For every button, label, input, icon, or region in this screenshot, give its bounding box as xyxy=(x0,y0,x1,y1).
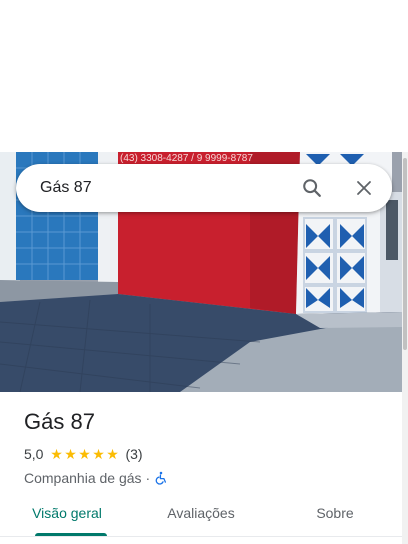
search-input[interactable]: Gás 87 xyxy=(16,179,294,197)
search-bar[interactable]: Gás 87 xyxy=(16,164,392,212)
rating-row[interactable]: 5,0 ★ ★ ★ ★ ★ (3) xyxy=(24,444,394,464)
search-button[interactable] xyxy=(294,170,330,206)
star-icon: ★ xyxy=(50,446,63,462)
wheelchair-icon xyxy=(154,471,168,485)
review-count[interactable]: (3) xyxy=(125,446,142,462)
tab-overview[interactable]: Visão geral xyxy=(0,494,134,536)
star-icon: ★ xyxy=(92,446,105,462)
close-button[interactable] xyxy=(346,170,382,206)
star-icon: ★ xyxy=(106,446,119,462)
star-icon: ★ xyxy=(64,446,77,462)
tab-reviews[interactable]: Avaliações xyxy=(134,494,268,536)
search-icon xyxy=(303,179,321,197)
place-title: Gás 87 xyxy=(24,409,95,434)
category-row: Companhia de gás · xyxy=(24,468,394,488)
rating-value: 5,0 xyxy=(24,446,44,462)
star-icon: ★ xyxy=(78,446,91,462)
place-tabs: Visão geral Avaliações Sobre xyxy=(0,494,402,536)
close-icon xyxy=(357,181,371,195)
place-info: Gás 87 5,0 ★ ★ ★ ★ ★ (3) Companhia de gá… xyxy=(24,408,394,488)
place-category[interactable]: Companhia de gás xyxy=(24,470,142,486)
place-panel: (43) 3308-4287 / 9 9999-8787 Gás 87 Gás … xyxy=(0,0,408,544)
separator-dot: · xyxy=(145,470,151,486)
tabs-divider xyxy=(0,536,402,537)
tab-about[interactable]: Sobre xyxy=(268,494,402,536)
storefront-sign: (43) 3308-4287 / 9 9999-8787 xyxy=(120,153,253,164)
star-rating: ★ ★ ★ ★ ★ xyxy=(49,447,119,461)
scrollbar-thumb[interactable] xyxy=(403,158,407,350)
